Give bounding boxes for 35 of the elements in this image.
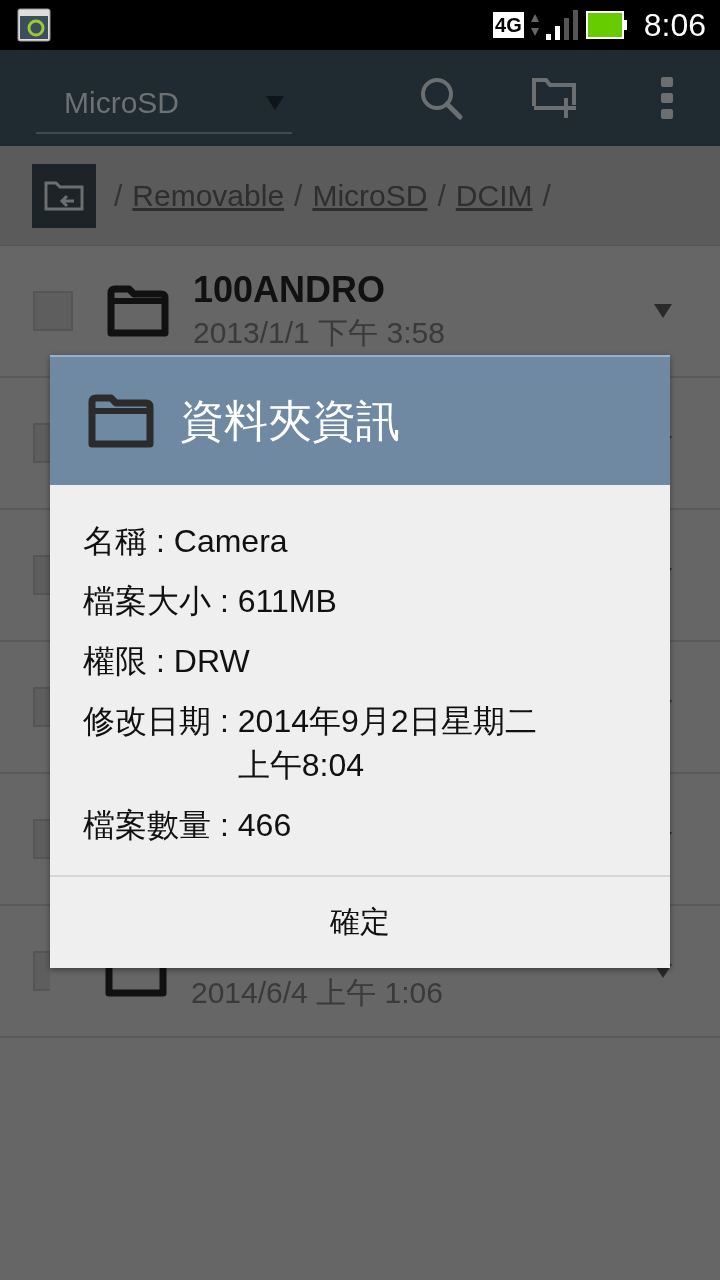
path-separator: / bbox=[114, 178, 123, 213]
path-separator: / bbox=[294, 178, 303, 213]
app-notification-icon bbox=[17, 8, 51, 42]
folder-name: 100ANDRO bbox=[193, 268, 387, 311]
parent-folder-button[interactable] bbox=[32, 163, 96, 228]
field-value: Camera bbox=[173, 522, 288, 561]
field-label: 檔案大小 : bbox=[83, 582, 229, 621]
field-value: DRW bbox=[173, 642, 250, 681]
battery-icon bbox=[585, 11, 628, 39]
field-label: 權限 : bbox=[83, 642, 165, 681]
network-type-label: 4G bbox=[493, 12, 524, 38]
search-icon[interactable] bbox=[418, 75, 464, 121]
field-value: 2014年9月2日星期二上午8:04 bbox=[237, 702, 538, 785]
dropdown-arrow-icon bbox=[266, 96, 284, 110]
field-label: 檔案數量 : bbox=[83, 806, 229, 845]
more-options-icon[interactable] bbox=[660, 77, 674, 119]
path-separator: / bbox=[437, 178, 446, 213]
field-value: 611MB bbox=[237, 582, 337, 621]
field-label: 修改日期 : bbox=[83, 702, 229, 741]
clock-time: 8:06 bbox=[643, 6, 706, 44]
folder-icon bbox=[88, 394, 154, 448]
path-separator: / bbox=[542, 178, 551, 213]
signal-icon bbox=[545, 10, 580, 40]
confirm-button[interactable]: 確定 bbox=[50, 875, 670, 968]
checkbox[interactable] bbox=[33, 555, 50, 595]
checkbox[interactable] bbox=[33, 951, 50, 991]
new-folder-icon[interactable] bbox=[532, 76, 578, 120]
dialog-title: 資料夾資訊 bbox=[180, 394, 400, 447]
data-arrows-icon bbox=[529, 13, 540, 37]
checkbox[interactable] bbox=[33, 819, 50, 859]
checkbox[interactable] bbox=[33, 423, 50, 463]
field-value: 466 bbox=[237, 806, 292, 845]
checkbox[interactable] bbox=[33, 687, 50, 727]
folder-icon bbox=[107, 285, 169, 337]
field-label: 名稱 : bbox=[83, 522, 165, 561]
